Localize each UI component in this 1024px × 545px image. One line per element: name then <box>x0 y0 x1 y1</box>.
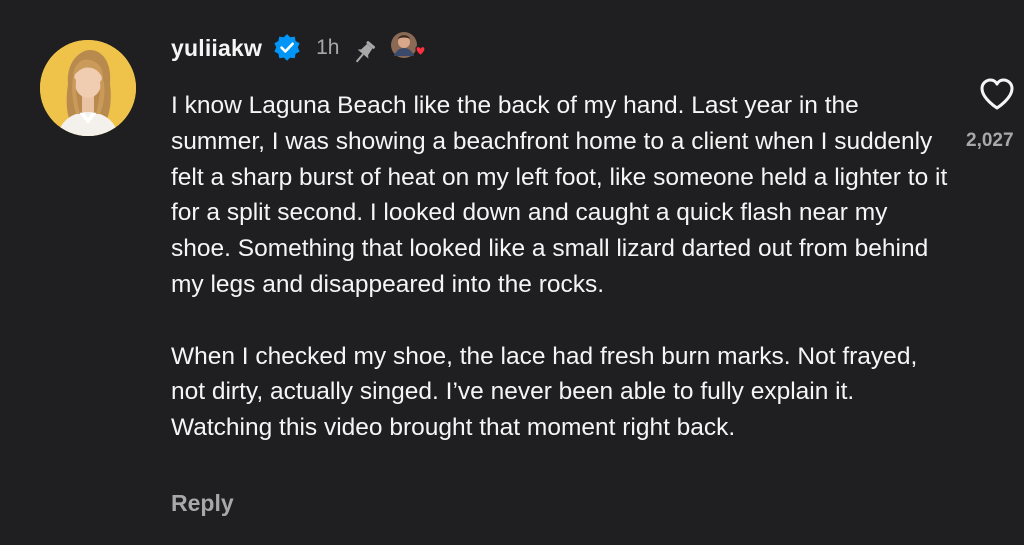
comment-text: I know Laguna Beach like the back of my … <box>171 88 951 446</box>
comment-header: yuliiakw 1h <box>171 28 427 68</box>
comment-paragraph: When I checked my shoe, the lace had fre… <box>171 342 918 442</box>
creator-liked-icon <box>389 30 427 66</box>
comment-paragraph: I know Laguna Beach like the back of my … <box>171 92 948 298</box>
avatar[interactable] <box>40 40 136 136</box>
username[interactable]: yuliiakw <box>171 35 262 62</box>
comment-timestamp: 1h <box>316 36 340 59</box>
reply-button[interactable]: Reply <box>171 490 234 517</box>
avatar-image <box>40 40 136 136</box>
comment-item: yuliiakw 1h I know Laguna Beach like the… <box>0 0 1024 545</box>
like-count: 2,027 <box>966 130 1014 151</box>
verified-badge-icon <box>272 33 302 63</box>
heart-icon[interactable] <box>977 74 1017 114</box>
pin-icon <box>349 38 379 68</box>
